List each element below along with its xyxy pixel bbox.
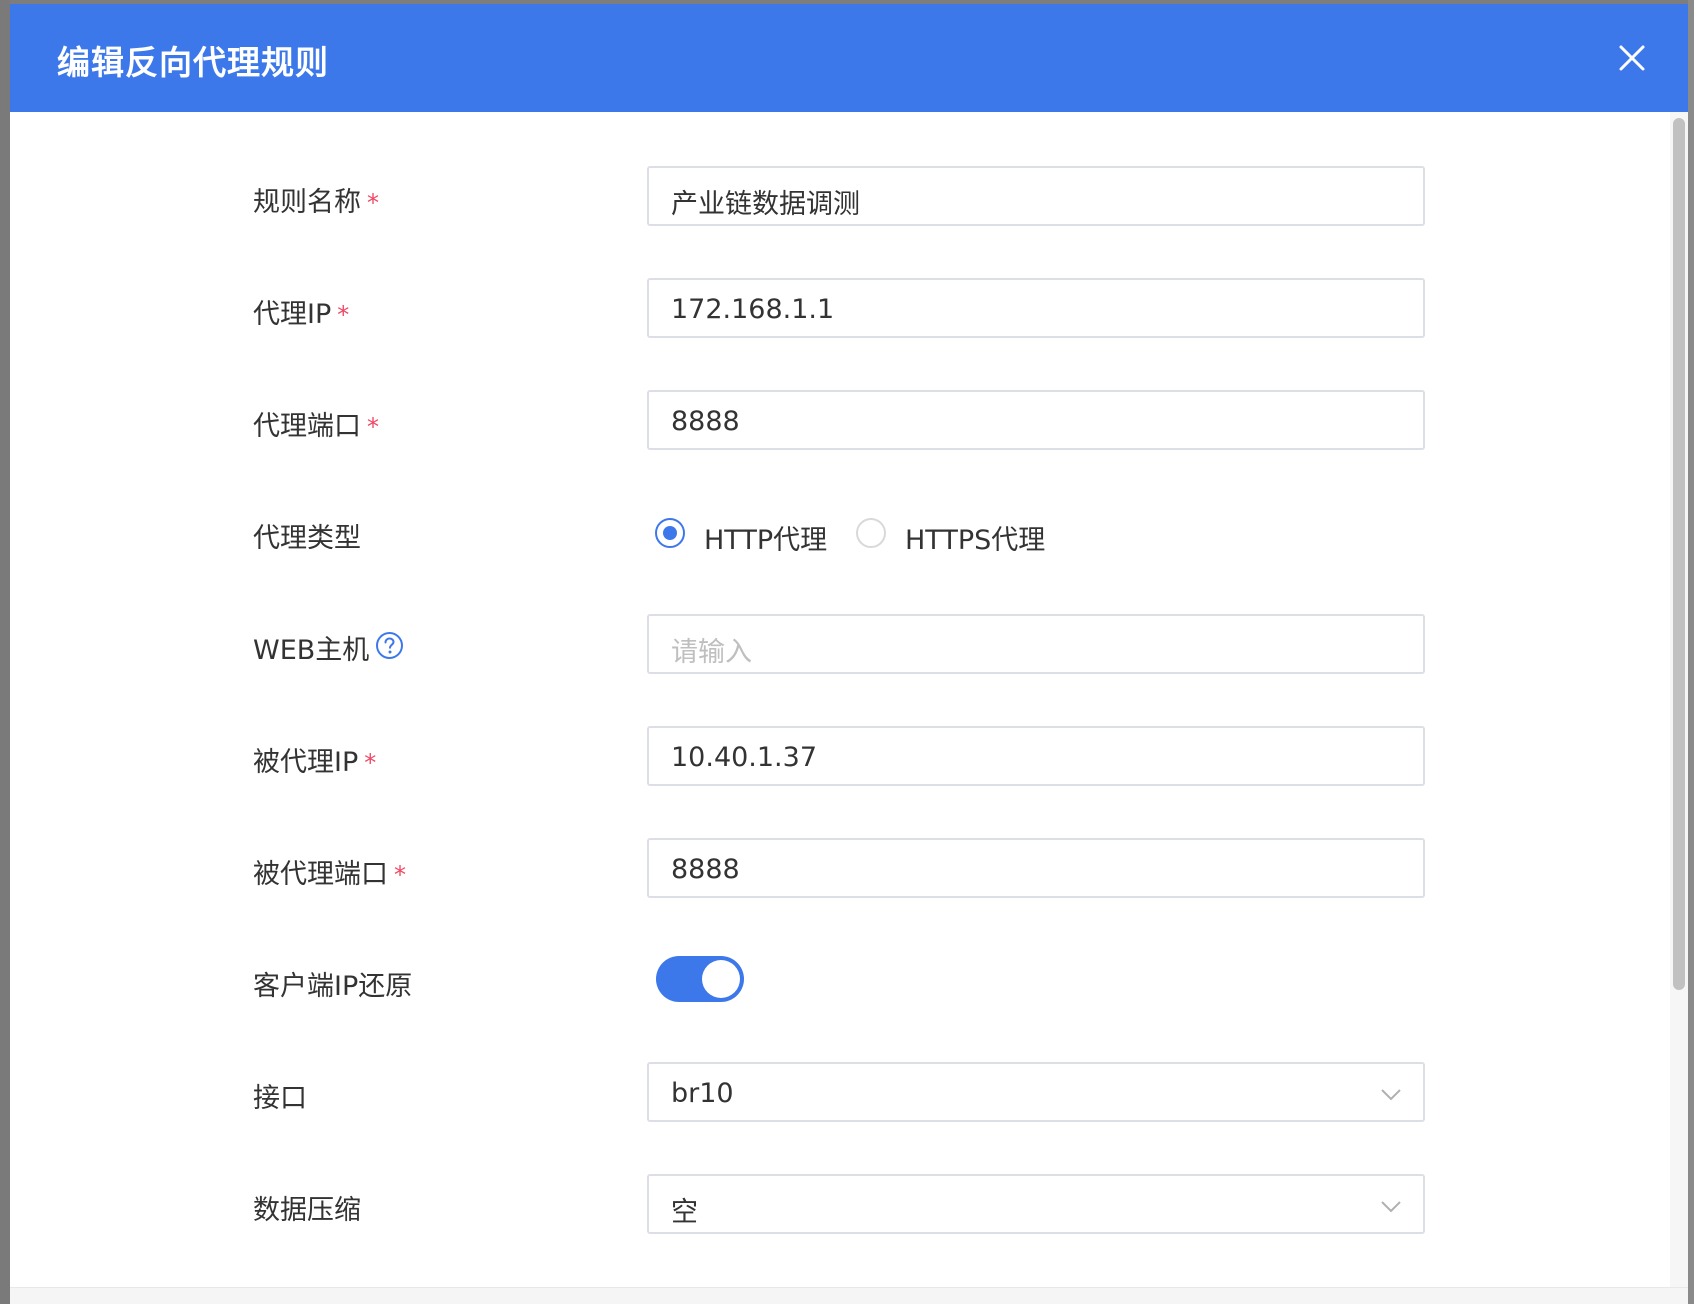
close-button[interactable] [1616, 42, 1648, 74]
interface-label: 接口 [253, 1083, 307, 1114]
proxied-port-input[interactable]: 8888 [647, 838, 1425, 898]
form-row-interface: 接口 br10 [10, 1062, 1670, 1126]
proxy-ip-label: 代理IP * [253, 292, 349, 331]
form-row-proxied-ip: 被代理IP * 10.40.1.37 [10, 726, 1670, 790]
form-row-proxy-type: 代理类型 HTTP代理 HTTPS代理 [10, 502, 1670, 566]
client-ip-restore-label: 客户端IP还原 [253, 971, 413, 1002]
question-circle-icon[interactable] [375, 631, 404, 667]
web-host-label: WEB主机 [253, 628, 404, 667]
edit-reverse-proxy-dialog: 编辑反向代理规则 规则名称 * 产业链数据调测 代理IP * 172.168.1.1… [10, 4, 1688, 1304]
dialog-footer [10, 1287, 1688, 1304]
proxied-ip-value: 10.40.1.37 [671, 742, 817, 773]
required-mark: * [337, 301, 350, 329]
rule-name-input[interactable]: 产业链数据调测 [647, 166, 1425, 226]
radio-https-label: HTTPS代理 [905, 525, 1046, 556]
proxied-port-value: 8888 [671, 854, 740, 885]
web-host-input[interactable]: 请输入 [647, 614, 1425, 674]
proxy-rule-form: 规则名称 * 产业链数据调测 代理IP * 172.168.1.1 代理端口 * 88… [10, 112, 1670, 1287]
radio-http-label: HTTP代理 [704, 525, 828, 556]
switch-knob [702, 960, 740, 998]
proxy-port-input[interactable]: 8888 [647, 390, 1425, 450]
required-mark: * [367, 189, 379, 217]
chevron-down-icon [1381, 1201, 1401, 1213]
proxied-port-label-text: 被代理端口 [253, 859, 388, 890]
form-row-web-host: WEB主机 请输入 [10, 614, 1670, 678]
form-row-rule-name: 规则名称 * 产业链数据调测 [10, 166, 1670, 230]
proxied-ip-label: 被代理IP * [253, 740, 376, 779]
dialog-header: 编辑反向代理规则 [10, 4, 1688, 112]
proxy-ip-label-text: 代理IP [253, 299, 332, 330]
form-row-data-compression: 数据压缩 空 [10, 1174, 1670, 1238]
backdrop-right [1688, 0, 1694, 1304]
web-host-placeholder: 请输入 [671, 637, 752, 668]
data-compression-select[interactable]: 空 [647, 1174, 1425, 1234]
form-row-proxy-ip: 代理IP * 172.168.1.1 [10, 278, 1670, 342]
radio-checked-icon [655, 518, 685, 548]
proxy-ip-input[interactable]: 172.168.1.1 [647, 278, 1425, 338]
form-row-proxy-port: 代理端口 * 8888 [10, 390, 1670, 454]
client-ip-restore-switch[interactable] [656, 956, 744, 1002]
interface-select[interactable]: br10 [647, 1062, 1425, 1122]
required-mark: * [394, 861, 406, 889]
rule-name-label-text: 规则名称 [253, 187, 361, 218]
data-compression-label: 数据压缩 [253, 1195, 361, 1226]
proxy-ip-value: 172.168.1.1 [671, 294, 835, 325]
proxy-type-label: 代理类型 [253, 523, 361, 554]
backdrop [0, 0, 10, 1304]
required-mark: * [364, 749, 377, 777]
rule-name-value: 产业链数据调测 [671, 189, 860, 220]
interface-value: br10 [671, 1078, 734, 1109]
form-row-proxied-port: 被代理端口 * 8888 [10, 838, 1670, 902]
required-mark: * [367, 413, 379, 441]
proxy-port-value: 8888 [671, 406, 740, 437]
proxy-port-label-text: 代理端口 [253, 411, 361, 442]
proxied-port-label: 被代理端口 * [253, 852, 406, 891]
close-icon [1619, 45, 1645, 71]
proxy-port-label: 代理端口 * [253, 404, 379, 443]
proxied-ip-input[interactable]: 10.40.1.37 [647, 726, 1425, 786]
data-compression-value: 空 [671, 1197, 698, 1228]
chevron-down-icon [1381, 1089, 1401, 1101]
rule-name-label: 规则名称 * [253, 180, 379, 219]
dialog-title: 编辑反向代理规则 [57, 43, 329, 82]
form-row-client-ip-restore: 客户端IP还原 [10, 950, 1670, 1014]
scrollbar-thumb[interactable] [1673, 118, 1685, 990]
web-host-label-text: WEB主机 [253, 635, 370, 666]
proxied-ip-label-text: 被代理IP [253, 747, 359, 778]
radio-unchecked-icon [856, 518, 886, 548]
